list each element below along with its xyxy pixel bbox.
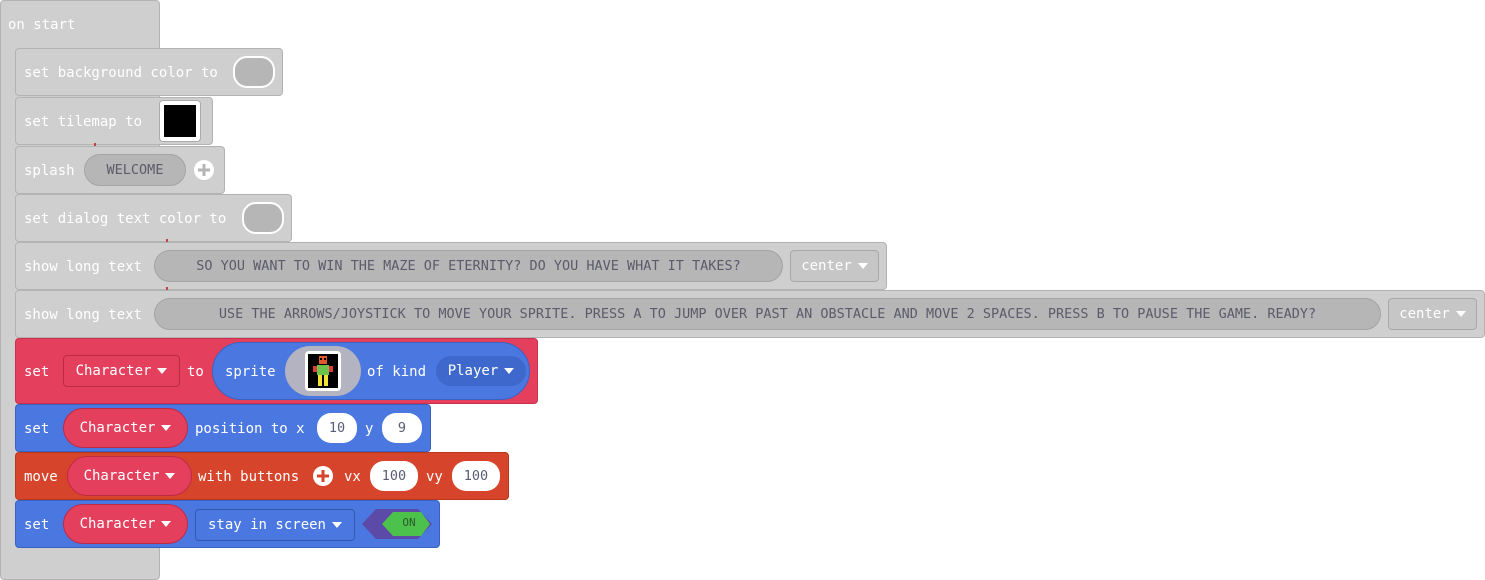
set-label: set (24, 421, 50, 437)
plus-circle-icon[interactable] (312, 465, 334, 487)
variable-name: Character (75, 363, 152, 379)
set-dialog-text-color-label: set dialog text color to (24, 211, 227, 227)
vy-input[interactable]: 100 (452, 461, 500, 491)
vy-label: vy (426, 469, 443, 485)
on-start-label: on start (8, 17, 76, 33)
variable-pill-character[interactable]: Character (67, 456, 192, 496)
vx-input[interactable]: 100 (370, 461, 418, 491)
move-label: move (24, 469, 58, 485)
kind-dropdown[interactable]: Player (436, 356, 526, 386)
toggle-label: ON (402, 516, 416, 529)
caret-down-icon (157, 368, 168, 374)
caret-down-icon (504, 368, 515, 374)
variable-pill-character[interactable]: Character (63, 408, 188, 448)
caret-down-icon (857, 263, 868, 269)
set-label: set (24, 517, 50, 533)
x-input[interactable]: 10 (317, 413, 357, 443)
alignment-value: center (801, 258, 852, 274)
alignment-dropdown-1[interactable]: center (790, 250, 879, 282)
position-to-label: position to x (195, 421, 305, 437)
tilemap-thumbnail[interactable] (159, 100, 201, 142)
to-label: to (187, 364, 204, 380)
show-long-text-label: show long text (24, 307, 143, 323)
dialog-color-picker[interactable] (242, 202, 284, 234)
sprite-label: sprite (225, 364, 276, 380)
caret-down-icon (332, 522, 342, 528)
show-long-text-label: show long text (24, 259, 143, 275)
set-background-color-label: set background color to (24, 65, 218, 81)
variable-name: Character (83, 468, 160, 484)
sprite-image-picker[interactable] (285, 346, 361, 396)
splash-label: splash (24, 163, 75, 179)
set-label: set (24, 364, 50, 380)
y-input[interactable]: 9 (382, 413, 422, 443)
on-off-toggle[interactable]: ON (362, 509, 432, 539)
caret-down-icon (165, 473, 176, 479)
of-kind-label: of kind (367, 364, 427, 380)
caret-down-icon (161, 425, 172, 431)
plus-circle-icon[interactable] (193, 159, 215, 181)
variable-pill-character[interactable]: Character (63, 504, 188, 544)
caret-down-icon (161, 521, 172, 527)
vx-label: vx (344, 469, 361, 485)
splash-text-input[interactable]: WELCOME (84, 154, 186, 186)
alignment-dropdown-2[interactable]: center (1388, 298, 1477, 330)
sprite-flag-dropdown[interactable]: stay in screen (195, 509, 355, 541)
set-tilemap-label: set tilemap to (24, 114, 143, 130)
caret-down-icon (1455, 311, 1466, 317)
alignment-value: center (1399, 306, 1450, 322)
background-color-picker[interactable] (233, 56, 275, 88)
variable-name: Character (79, 420, 156, 436)
variable-dropdown-character[interactable]: Character (63, 355, 180, 387)
variable-name: Character (79, 516, 156, 532)
y-label: y (365, 421, 374, 437)
flag-value: stay in screen (207, 517, 326, 533)
with-buttons-label: with buttons (198, 469, 300, 485)
long-text-input-1[interactable]: SO YOU WANT TO WIN THE MAZE OF ETERNITY?… (154, 250, 783, 282)
kind-value: Player (447, 363, 499, 379)
long-text-input-2[interactable]: USE THE ARROWS/JOYSTICK TO MOVE YOUR SPR… (154, 298, 1381, 330)
